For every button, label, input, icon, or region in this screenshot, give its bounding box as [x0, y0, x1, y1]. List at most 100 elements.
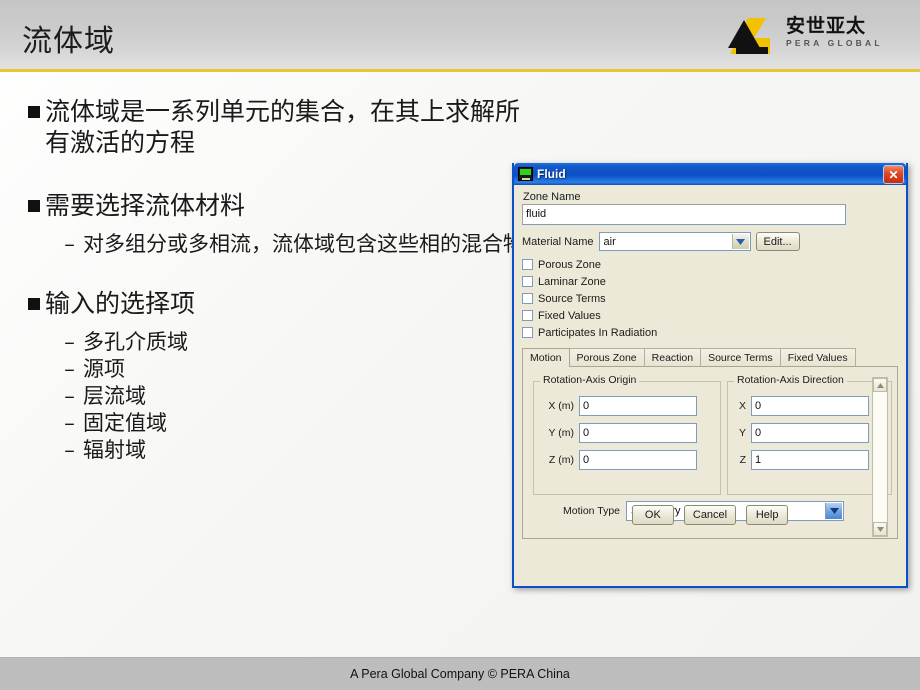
bullet-item: 需要选择流体材料 — [28, 190, 528, 221]
bullet-square-icon — [28, 106, 40, 118]
tab-porous-zone[interactable]: Porous Zone — [568, 348, 645, 366]
logo-mark-icon — [728, 18, 770, 54]
direction-x-row: X 0 — [734, 392, 891, 419]
logo-chinese: 安世亚太 — [786, 15, 867, 37]
chevron-up-icon[interactable] — [873, 378, 887, 392]
checkbox-participates-in-radiation[interactable]: Participates In Radiation — [522, 324, 898, 341]
checkbox-box[interactable] — [522, 259, 533, 270]
bullet-text: 输入的选择项 — [45, 289, 196, 318]
fluid-dialog[interactable]: Fluid ✕ Zone Name fluid Material Name ai… — [512, 163, 908, 588]
footer-text: A Pera Global Company © PERA China — [350, 667, 570, 681]
bullet-square-icon — [28, 298, 40, 310]
ok-button[interactable]: OK — [631, 505, 674, 525]
cancel-button[interactable]: Cancel — [683, 505, 737, 525]
direction-y-input[interactable]: 0 — [751, 422, 869, 443]
bullet-text: 对多组分或多相流，流体域包含这些相的混合物 — [83, 232, 524, 256]
bullet-item: 输入的选择项 — [28, 288, 528, 319]
rotation-axis-origin-group: Rotation-Axis Origin X (m) 0 Y (m) 0 Z (… — [533, 374, 721, 495]
bullet-item: 流体域是一系列单元的集合，在其上求解所有激活的方程 — [28, 96, 528, 158]
fluent-zone-icon — [518, 167, 533, 181]
dash-bullet-icon: – — [64, 357, 75, 381]
direction-z-input[interactable]: 1 — [751, 449, 869, 470]
scrollbar-track[interactable] — [873, 392, 887, 522]
origin-x-label: X (m) — [548, 399, 574, 412]
direction-x-label: X — [738, 399, 746, 412]
bullet-subitem: – 层流域 — [62, 383, 528, 410]
material-name-select[interactable]: air — [598, 232, 751, 251]
origin-z-input[interactable]: 0 — [579, 449, 697, 470]
direction-y-label: Y — [738, 426, 746, 439]
direction-z-label: Z — [739, 453, 746, 466]
dash-bullet-icon: – — [64, 384, 75, 408]
dialog-button-bar: OK Cancel Help — [514, 505, 906, 525]
checkbox-box[interactable] — [522, 310, 533, 321]
zone-name-label: Zone Name — [523, 191, 581, 203]
dash-bullet-icon: – — [64, 411, 75, 435]
edit-material-button[interactable]: Edit... — [755, 232, 800, 251]
bullet-subitem: – 对多组分或多相流，流体域包含这些相的混合物 — [62, 231, 528, 258]
direction-x-input[interactable]: 0 — [751, 395, 869, 416]
checkbox-laminar-zone[interactable]: Laminar Zone — [522, 273, 898, 290]
tab-source-terms[interactable]: Source Terms — [700, 348, 781, 366]
checkbox-box[interactable] — [522, 293, 533, 304]
checkbox-label: Laminar Zone — [538, 275, 606, 288]
close-icon[interactable]: ✕ — [883, 165, 904, 184]
chevron-down-icon[interactable] — [731, 234, 749, 249]
checkbox-box[interactable] — [522, 276, 533, 287]
tab-motion[interactable]: Motion — [522, 348, 570, 367]
direction-z-row: Z 1 — [734, 446, 891, 473]
help-button[interactable]: Help — [746, 505, 789, 525]
checkbox-fixed-values[interactable]: Fixed Values — [522, 307, 898, 324]
dialog-tabstrip: Motion Porous Zone Reaction Source Terms… — [522, 347, 898, 367]
dash-bullet-icon: – — [64, 438, 75, 462]
checkbox-label: Porous Zone — [538, 258, 601, 271]
origin-z-row: Z (m) 0 — [540, 446, 720, 473]
bullet-text: 多孔介质域 — [83, 330, 188, 354]
slide-footer: A Pera Global Company © PERA China — [0, 657, 920, 690]
slide-content: 流体域是一系列单元的集合，在其上求解所有激活的方程 需要选择流体材料 – 对多组… — [28, 96, 528, 464]
origin-y-row: Y (m) 0 — [540, 419, 720, 446]
bullet-subitem: – 固定值域 — [62, 410, 528, 437]
bullet-text: 源项 — [83, 357, 125, 381]
origin-y-input[interactable]: 0 — [579, 422, 697, 443]
slide-header: 流体域 安世亚太 PERA GLOBAL — [0, 0, 920, 72]
page-title: 流体域 — [22, 24, 115, 59]
rotation-axis-origin-title: Rotation-Axis Origin — [540, 374, 640, 386]
bullet-subitem: – 辐射域 — [62, 437, 528, 464]
logo-text: 安世亚太 PERA GLOBAL — [786, 16, 883, 49]
bullet-subitem: – 多孔介质域 — [62, 329, 528, 356]
zone-options-checkbox-group: Porous Zone Laminar Zone Source Terms Fi… — [522, 256, 898, 341]
zone-name-input[interactable]: fluid — [522, 204, 846, 225]
bullet-text: 固定值域 — [83, 411, 167, 435]
dialog-titlebar[interactable]: Fluid ✕ — [514, 163, 906, 185]
material-name-row: Material Name air Edit... — [522, 232, 898, 251]
dialog-body: Zone Name fluid Material Name air Edit..… — [514, 185, 906, 539]
material-name-value: air — [603, 235, 616, 248]
checkbox-source-terms[interactable]: Source Terms — [522, 290, 898, 307]
checkbox-label: Participates In Radiation — [538, 326, 658, 339]
checkbox-label: Fixed Values — [538, 309, 601, 322]
bullet-subitem: – 源项 — [62, 356, 528, 383]
slide: 流体域 安世亚太 PERA GLOBAL 流体域是一系列单元的集合，在其上求解所… — [0, 0, 920, 690]
bullet-square-icon — [28, 200, 40, 212]
rotation-axis-direction-title: Rotation-Axis Direction — [734, 374, 847, 386]
checkbox-porous-zone[interactable]: Porous Zone — [522, 256, 898, 273]
direction-y-row: Y 0 — [734, 419, 891, 446]
tab-reaction[interactable]: Reaction — [643, 348, 702, 366]
bullet-text: 需要选择流体材料 — [45, 191, 246, 220]
checkbox-box[interactable] — [522, 327, 533, 338]
dialog-title: Fluid — [537, 167, 566, 181]
dash-bullet-icon: – — [64, 330, 75, 354]
bullet-text: 层流域 — [83, 384, 146, 408]
brand-logo: 安世亚太 PERA GLOBAL — [724, 12, 902, 60]
bullet-text: 流体域是一系列单元的集合，在其上求解所有激活的方程 — [45, 97, 521, 157]
origin-z-label: Z (m) — [548, 453, 574, 466]
tab-fixed-values[interactable]: Fixed Values — [779, 348, 856, 366]
checkbox-label: Source Terms — [538, 292, 606, 305]
origin-x-row: X (m) 0 — [540, 392, 720, 419]
dash-bullet-icon: – — [64, 232, 75, 256]
origin-x-input[interactable]: 0 — [579, 395, 697, 416]
